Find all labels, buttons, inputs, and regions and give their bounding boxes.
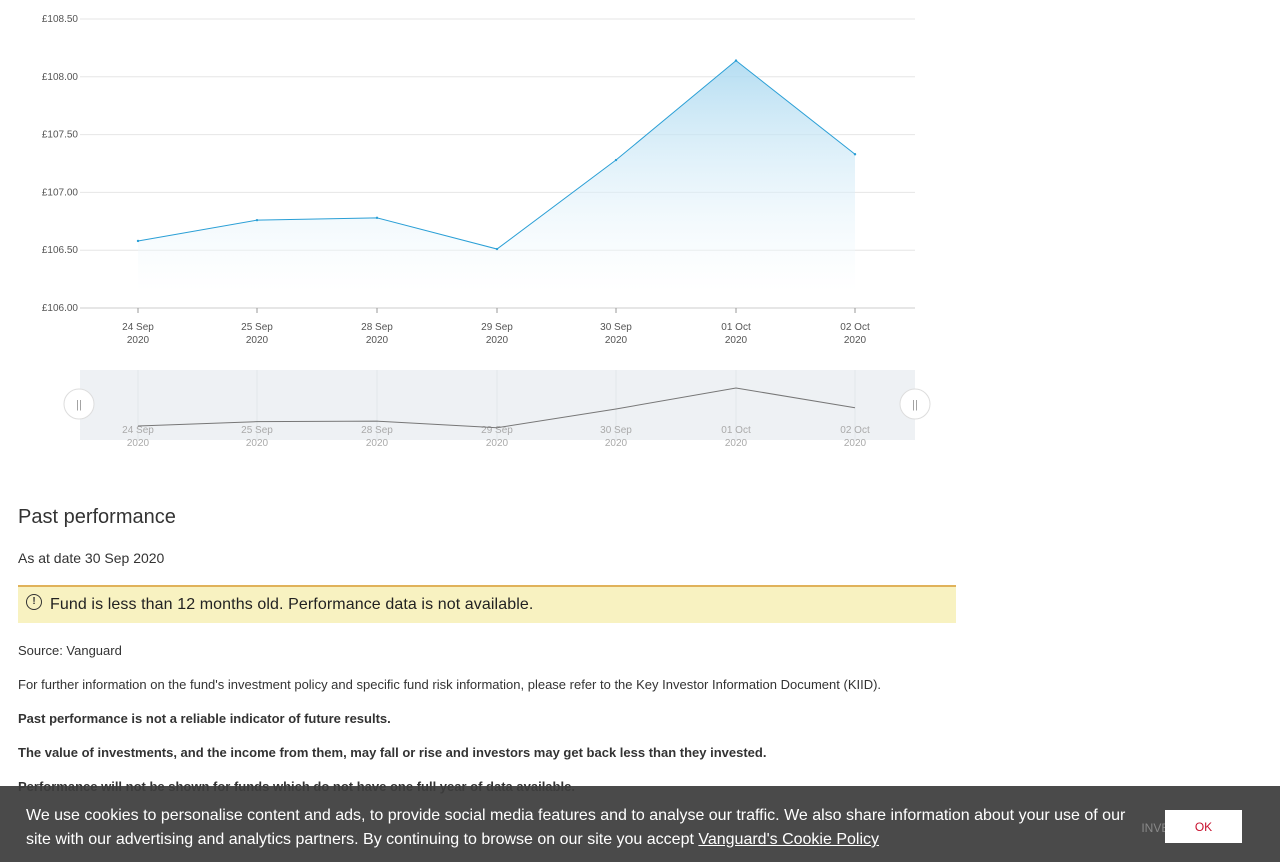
x-tick-label: 24 Sep: [122, 322, 154, 333]
cookie-ok-button[interactable]: OK: [1165, 810, 1242, 843]
section-title: Past performance: [18, 506, 176, 528]
x-tick-label-year: 2020: [605, 335, 628, 346]
navigator-x-label: 01 Oct: [721, 425, 751, 436]
cookie-policy-link[interactable]: Vanguard's Cookie Policy: [698, 831, 879, 848]
x-tick-label: 02 Oct: [840, 322, 870, 333]
cookie-message: We use cookies to personalise content an…: [26, 804, 1136, 852]
x-tick-label-year: 2020: [486, 335, 509, 346]
disclaimer-value-fall: The value of investments, and the income…: [18, 745, 767, 760]
x-tick-label: 01 Oct: [721, 322, 751, 333]
disclaimer-past-performance: Past performance is not a reliable indic…: [18, 711, 391, 726]
data-point[interactable]: [255, 218, 259, 222]
navigator-x-label: 28 Sep: [361, 425, 393, 436]
y-tick-label: £108.00: [42, 72, 79, 83]
cookie-text: We use cookies to personalise content an…: [26, 807, 1126, 848]
data-point[interactable]: [375, 216, 379, 220]
navigator-right-handle-grip: ||: [912, 399, 918, 411]
navigator-x-label-year: 2020: [246, 438, 269, 449]
navigator-x-label: 25 Sep: [241, 425, 273, 436]
y-tick-label: £107.00: [42, 187, 79, 198]
navigator-x-label: 02 Oct: [840, 425, 870, 436]
navigator-x-label-year: 2020: [725, 438, 748, 449]
x-tick-label-year: 2020: [844, 335, 867, 346]
price-chart-svg: £108.50 £108.00 £107.50 £107.00 £106.50 £106.…: [42, 14, 931, 449]
y-tick-label: £106.00: [42, 303, 79, 314]
x-tick-label-year: 2020: [366, 335, 389, 346]
navigator-x-label-year: 2020: [605, 438, 628, 449]
data-point[interactable]: [734, 59, 738, 62]
x-tick-label: 25 Sep: [241, 322, 273, 333]
navigator-x-label-year: 2020: [366, 438, 389, 449]
data-point[interactable]: [136, 239, 140, 243]
info-circle-icon: !: [26, 594, 42, 610]
past-performance-section: Past performance As at date 30 Sep 2020 …: [18, 503, 956, 795]
cookie-banner: We use cookies to personalise content an…: [0, 786, 1280, 862]
source-text: Source: Vanguard: [18, 643, 122, 658]
price-chart: £108.50 £108.00 £107.50 £107.00 £106.50 £106.…: [0, 0, 960, 470]
data-point[interactable]: [495, 247, 499, 251]
as-at-date: As at date 30 Sep 2020: [18, 550, 165, 566]
data-point[interactable]: [853, 153, 857, 156]
y-tick-label: £107.50: [42, 130, 79, 141]
x-tick-label-year: 2020: [127, 335, 150, 346]
navigator-x-label-year: 2020: [844, 438, 867, 449]
x-tick-label: 28 Sep: [361, 322, 393, 333]
warning-text: Fund is less than 12 months old. Perform…: [50, 596, 534, 613]
warning-banner: ! Fund is less than 12 months old. Perfo…: [18, 585, 956, 623]
navigator-left-handle-grip: ||: [76, 399, 82, 411]
data-point[interactable]: [614, 158, 618, 162]
navigator-x-label-year: 2020: [486, 438, 509, 449]
y-tick-label: £106.50: [42, 245, 79, 256]
x-tick-label-year: 2020: [725, 335, 748, 346]
y-tick-label: £108.50: [42, 14, 79, 25]
x-tick-label: 29 Sep: [481, 322, 513, 333]
navigator-x-label: 24 Sep: [122, 425, 154, 436]
price-area: [138, 60, 855, 293]
x-tick-label-year: 2020: [246, 335, 269, 346]
x-tick-label: 30 Sep: [600, 322, 632, 333]
further-info-text: For further information on the fund's in…: [18, 677, 882, 692]
navigator-x-label-year: 2020: [127, 438, 150, 449]
navigator-x-label: 30 Sep: [600, 425, 632, 436]
